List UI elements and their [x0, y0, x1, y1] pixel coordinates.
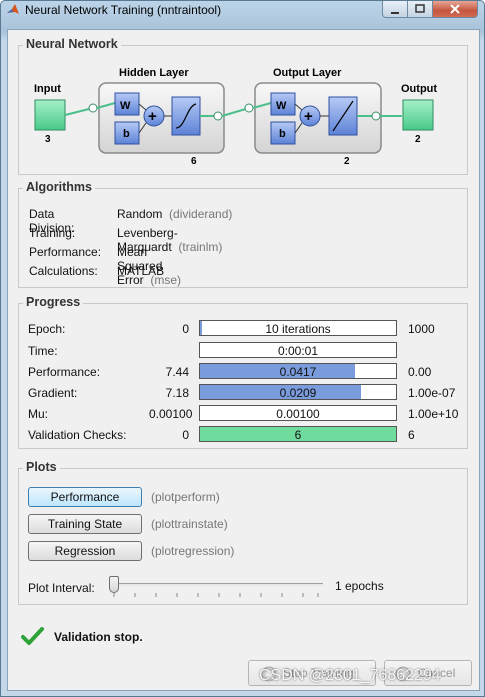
- progress-current: 0:00:01: [277, 344, 319, 358]
- progress-max: 0.00: [408, 365, 432, 379]
- progress-max: 1.00e-07: [408, 386, 456, 400]
- algorithm-label: Training:: [29, 226, 76, 240]
- progress-min: 7.44: [165, 365, 189, 379]
- title-bar[interactable]: Neural Network Training (nntraintool): [1, 1, 484, 21]
- progress-max: 1000: [408, 322, 435, 336]
- progress-current: 0.00100: [276, 407, 320, 421]
- progress-bar: 10 iterations: [199, 320, 397, 336]
- plot-interval-label: Plot Interval:: [28, 581, 95, 595]
- plots-panel: Plots Performance (plotperform) Training…: [18, 460, 468, 605]
- regression-plot-button[interactable]: Regression: [28, 541, 142, 561]
- hidden-sum-symbol: +: [148, 108, 157, 125]
- progress-min: 0: [182, 322, 189, 336]
- slider-ticks: [113, 593, 319, 597]
- progress-label: Validation Checks:: [28, 428, 127, 442]
- progress-bar: 0:00:01: [199, 342, 397, 358]
- progress-min: 0: [182, 428, 189, 442]
- output-size: 2: [415, 134, 421, 145]
- input-node: [34, 99, 66, 131]
- algorithm-label: Performance:: [29, 245, 102, 259]
- slider-track: [109, 583, 323, 586]
- algorithms-panel: Algorithms Data Division: Random (divide…: [18, 180, 468, 288]
- algorithm-label: Calculations:: [29, 264, 98, 278]
- plot-interval-value: 1 epochs: [335, 579, 384, 593]
- algorithm-func: (dividerand): [169, 207, 233, 221]
- client-area: Neural Network Input 3 Hidden Layer W b …: [7, 29, 480, 691]
- close-icon: [450, 4, 460, 14]
- output-label: Output: [401, 83, 437, 95]
- progress-current: 10 iterations: [265, 322, 331, 336]
- progress-current: 0.0417: [279, 365, 317, 379]
- progress-section-title: Progress: [23, 295, 84, 309]
- algorithm-value: Random (dividerand): [117, 207, 232, 221]
- hidden-size: 6: [191, 156, 197, 167]
- minimize-button[interactable]: [382, 1, 408, 18]
- training-state-plot-button[interactable]: Training State: [28, 514, 142, 534]
- output-weight-symbol: W: [276, 100, 287, 112]
- regression-plot-func: (plotregression): [151, 544, 235, 558]
- progress-label: Gradient:: [28, 386, 78, 400]
- hidden-weight-symbol: W: [120, 100, 131, 112]
- output-bias-symbol: b: [279, 128, 286, 140]
- progress-current: 6: [294, 428, 302, 442]
- algorithm-value: MATLAB: [117, 264, 164, 278]
- progress-bar: 6: [199, 426, 397, 442]
- progress-panel: Progress Epoch: 0 10 iterations 1000 Time: 0:…: [18, 295, 468, 449]
- algorithm-func: (trainlm): [178, 240, 223, 254]
- performance-plot-func: (plotperform): [151, 490, 220, 504]
- algorithm-value-text: Random: [117, 207, 163, 221]
- performance-plot-button[interactable]: Performance: [28, 487, 142, 507]
- plot-interval-slider[interactable]: [109, 576, 323, 597]
- maximize-icon: [415, 4, 425, 13]
- maximize-button[interactable]: [407, 1, 433, 18]
- training-state-plot-func: (plottrainstate): [151, 517, 228, 531]
- algorithm-value-text: MATLAB: [117, 264, 165, 278]
- progress-max: 1.00e+10: [408, 407, 459, 421]
- slider-thumb[interactable]: [109, 576, 119, 593]
- progress-min: 0.00100: [149, 407, 193, 421]
- plots-section-title: Plots: [23, 460, 60, 474]
- network-diagram: Input 3 Hidden Layer W b + 6 Output Laye…: [34, 67, 437, 167]
- algorithms-section-title: Algorithms: [23, 180, 95, 194]
- progress-label: Mu:: [28, 407, 49, 421]
- close-button[interactable]: [432, 1, 478, 18]
- progress-bar: 0.0209: [199, 384, 397, 400]
- window-title: Neural Network Training (nntraintool): [25, 3, 222, 17]
- progress-min: 7.18: [165, 386, 189, 400]
- hidden-bias-symbol: b: [123, 128, 130, 140]
- input-size: 3: [45, 134, 51, 145]
- minimize-icon: [391, 12, 399, 14]
- input-label: Input: [34, 83, 61, 95]
- status-message: Validation stop.: [54, 630, 143, 644]
- output-sum-symbol: +: [304, 108, 313, 125]
- output-layer-size: 2: [344, 156, 350, 167]
- output-node: [402, 99, 434, 131]
- watermark: CSDN @2301_76862294: [259, 667, 441, 684]
- network-panel: Neural Network Input 3 Hidden Layer W b …: [18, 37, 468, 175]
- checkmark-icon: [21, 627, 44, 645]
- progress-bar: 0.0417: [199, 363, 397, 379]
- progress-label: Time:: [28, 344, 58, 358]
- progress-current: 0.0209: [279, 386, 317, 400]
- output-layer-label: Output Layer: [273, 67, 342, 79]
- progress-label: Epoch:: [28, 322, 66, 336]
- window: Neural Network Training (nntraintool) Ne…: [0, 0, 485, 697]
- progress-max: 6: [408, 428, 415, 442]
- input-junction: [88, 103, 98, 113]
- hidden-layer-label: Hidden Layer: [119, 67, 189, 79]
- progress-label: Performance:: [28, 365, 101, 379]
- matlab-icon: [7, 4, 19, 14]
- progress-bar: 0.00100: [199, 405, 397, 421]
